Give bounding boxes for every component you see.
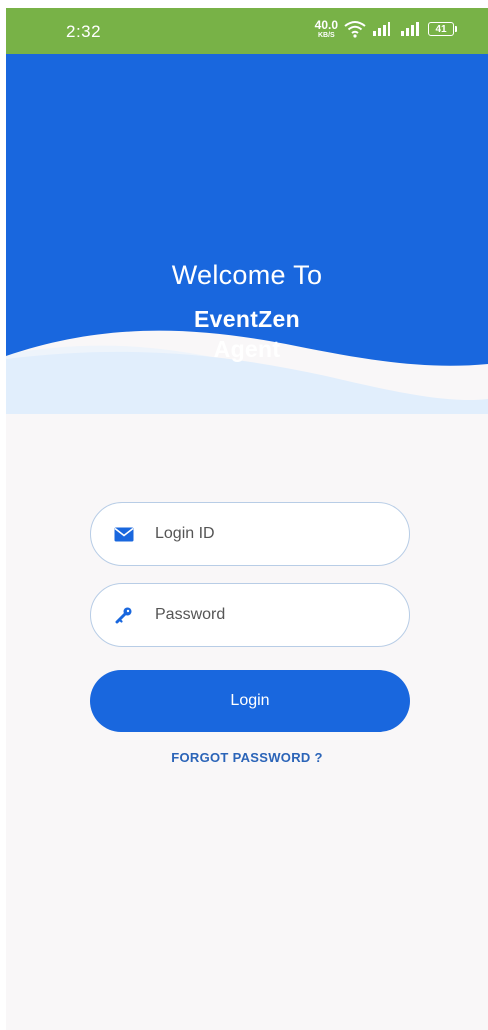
network-speed-value: 40.0 bbox=[314, 18, 338, 32]
login-screen: 2:32 40.0 KB/S 41 Welcome To EventZen Ag… bbox=[6, 8, 488, 1030]
status-time: 2:32 bbox=[66, 22, 102, 41]
welcome-header: Welcome To EventZen Agent bbox=[6, 54, 488, 414]
login-id-field[interactable] bbox=[90, 502, 410, 566]
signal-icon bbox=[373, 22, 390, 36]
login-id-input[interactable] bbox=[155, 525, 385, 543]
battery-icon: 41 bbox=[428, 22, 457, 36]
network-speed-unit: KB/S bbox=[317, 32, 335, 39]
login-button[interactable]: Login bbox=[90, 670, 410, 732]
envelope-icon bbox=[113, 523, 135, 545]
status-icons: 40.0 KB/S 41 bbox=[315, 19, 457, 39]
app-name-line2: Agent bbox=[213, 336, 281, 362]
signal-icon-2 bbox=[401, 22, 419, 36]
network-speed: 40.0 KB/S bbox=[315, 19, 338, 39]
key-icon bbox=[113, 604, 135, 626]
status-bar: 2:32 40.0 KB/S 41 bbox=[6, 8, 488, 54]
forgot-password-link[interactable]: FORGOT PASSWORD ? bbox=[6, 750, 488, 765]
password-field[interactable] bbox=[90, 583, 410, 647]
welcome-text: Welcome To bbox=[171, 260, 323, 290]
app-name-line1: EventZen bbox=[194, 306, 300, 332]
password-input[interactable] bbox=[155, 606, 385, 624]
wifi-icon bbox=[344, 21, 366, 38]
